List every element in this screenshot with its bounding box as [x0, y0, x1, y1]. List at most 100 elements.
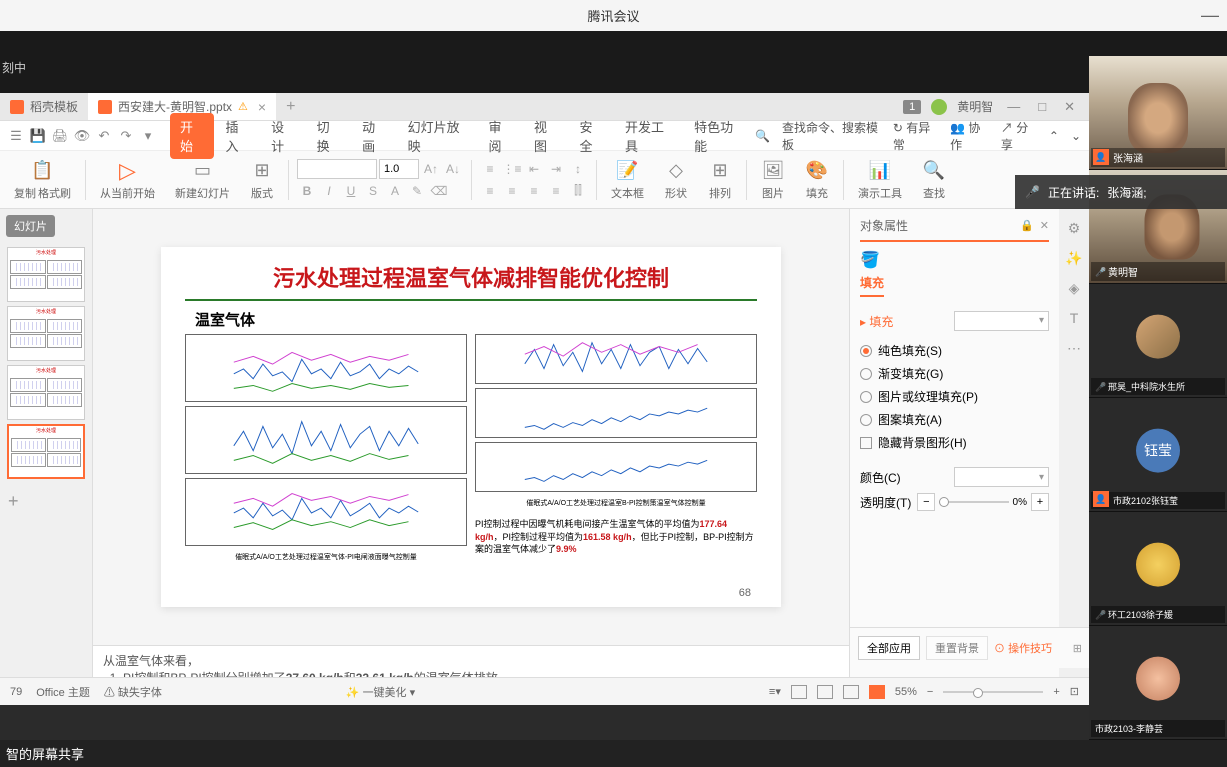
more-icon[interactable]: ⋯ [1065, 339, 1083, 357]
columns[interactable]: ⫿⫿ [569, 182, 587, 200]
preview-icon[interactable]: 👁 [74, 128, 90, 144]
fit-window[interactable]: ⊡ [1070, 685, 1079, 698]
ribbon-tab-animation[interactable]: 动画 [352, 113, 396, 159]
underline-button[interactable]: U [342, 182, 360, 200]
zoom-slider[interactable] [943, 691, 1043, 693]
reset-bg-button[interactable]: 重置背景 [926, 636, 988, 660]
user-avatar[interactable] [931, 99, 947, 115]
slide-canvas[interactable]: 污水处理过程温室气体减排智能优化控制 温室气体 [93, 209, 849, 645]
zoom-in[interactable]: + [1053, 686, 1059, 698]
window-maximize[interactable]: □ [1034, 99, 1050, 114]
dropdown-icon[interactable]: ▾ [140, 128, 156, 144]
fill-section[interactable]: ▸ 填充 [860, 313, 893, 330]
video-tile-3[interactable]: 邢昊_中科院水生所 [1089, 284, 1227, 398]
textbox-button[interactable]: 📝 文本框 [605, 159, 650, 201]
tips-link[interactable]: ⊙ 操作技巧 [994, 640, 1052, 656]
ribbon-tab-review[interactable]: 审阅 [478, 113, 522, 159]
thumbnail-slide[interactable]: 污水处理 [7, 247, 85, 302]
paint-bucket-icon[interactable]: 🪣 [860, 252, 880, 269]
shape-button[interactable]: ◇ 形状 [658, 159, 694, 201]
font-color[interactable]: A [386, 182, 404, 200]
object-icon[interactable]: ◈ [1065, 279, 1083, 297]
notes-icon[interactable]: ≡▾ [769, 685, 781, 698]
bold-button[interactable]: B [298, 182, 316, 200]
strike-button[interactable]: S [364, 182, 382, 200]
pin-icon[interactable]: 🔒 [1020, 219, 1034, 232]
add-slide-button[interactable]: + [0, 483, 92, 520]
window-minimize[interactable]: — [1003, 99, 1024, 114]
thumbnail-panel[interactable]: 幻灯片 污水处理 污水处理 污水处理 污水处理 + [0, 209, 93, 703]
gradient-fill-option[interactable]: 渐变填充(G) [860, 365, 1049, 382]
align-right[interactable]: ≡ [525, 182, 543, 200]
bullets[interactable]: ≡ [481, 160, 499, 178]
exception-link[interactable]: ↻ 有异常 [893, 119, 938, 153]
hide-bg-option[interactable]: 隐藏背景图形(H) [860, 434, 1049, 451]
new-slide-group[interactable]: ▭ 新建幻灯片 [169, 159, 236, 201]
paste-icon[interactable]: 📋 [31, 159, 55, 183]
styles-icon[interactable]: ⚙ [1065, 219, 1083, 237]
fill-button[interactable]: 🎨 填充 [799, 159, 835, 201]
ribbon-tab-design[interactable]: 设计 [261, 113, 305, 159]
layout-icon[interactable]: ⊞ [250, 159, 274, 183]
font-selector[interactable] [297, 159, 377, 179]
fill-dropdown[interactable]: ▾ [954, 311, 1049, 331]
new-slide-icon[interactable]: ▭ [191, 159, 215, 183]
align-justify[interactable]: ≡ [547, 182, 565, 200]
video-tile-5[interactable]: 环工2103徐子媛 [1089, 512, 1227, 626]
missing-font[interactable]: ⚠ 缺失字体 [104, 684, 162, 700]
apply-all-button[interactable]: 全部应用 [858, 636, 920, 660]
italic-button[interactable]: I [320, 182, 338, 200]
transparency-decrease[interactable]: − [917, 493, 935, 511]
ribbon-tab-dev[interactable]: 开发工具 [615, 113, 682, 159]
slideshow-view[interactable] [869, 685, 885, 699]
ribbon-tab-special[interactable]: 特色功能 [684, 113, 751, 159]
presenter-button[interactable]: 📊 演示工具 [852, 159, 908, 201]
zoom-level[interactable]: 55% [895, 686, 917, 698]
arrange-button[interactable]: ⊞ 排列 [702, 159, 738, 201]
ribbon-collapse[interactable]: ⌃ [1049, 129, 1059, 143]
undo-icon[interactable]: ↶ [96, 128, 112, 144]
fill-tab[interactable]: 填充 [860, 270, 884, 297]
redo-icon[interactable]: ↷ [118, 128, 134, 144]
beautify-button[interactable]: ✨ 一键美化 ▾ [346, 684, 415, 700]
pattern-fill-option[interactable]: 图案填充(A) [860, 411, 1049, 428]
video-tile-6[interactable]: 市政2103-李静芸 [1089, 626, 1227, 740]
find-button[interactable]: 🔍 查找 [916, 159, 952, 201]
thumbnail-slide[interactable]: 污水处理 [7, 306, 85, 361]
picture-fill-option[interactable]: 图片或纹理填充(P) [860, 388, 1049, 405]
picture-button[interactable]: 🖼 图片 [755, 159, 791, 201]
search-placeholder[interactable]: 查找命令、搜索模板 [782, 119, 881, 153]
decrease-font[interactable]: A↓ [444, 160, 462, 178]
ribbon-tab-insert[interactable]: 插入 [216, 113, 260, 159]
line-spacing[interactable]: ↕ [569, 160, 587, 178]
normal-view[interactable] [791, 685, 807, 699]
ribbon-tab-security[interactable]: 安全 [570, 113, 614, 159]
ribbon-more[interactable]: ⌄ [1071, 129, 1081, 143]
video-tile-1[interactable]: 👤张海涵 [1089, 56, 1227, 170]
numbering[interactable]: ⋮≡ [503, 160, 521, 178]
color-picker[interactable]: ▾ [954, 467, 1049, 487]
video-tile-4[interactable]: 钰莹 👤市政2102张钰莹 [1089, 398, 1227, 512]
play-icon[interactable]: ▷ [116, 159, 140, 183]
ribbon-tab-transition[interactable]: 切换 [307, 113, 351, 159]
transparency-increase[interactable]: + [1031, 493, 1049, 511]
play-group[interactable]: ▷ 从当前开始 [94, 159, 161, 201]
thumbnail-slide[interactable]: 污水处理 [7, 365, 85, 420]
ribbon-tab-start[interactable]: 开始 [170, 113, 214, 159]
sorter-view[interactable] [817, 685, 833, 699]
save-icon[interactable]: 💾 [30, 128, 46, 144]
font-size[interactable] [379, 159, 419, 179]
layout-group[interactable]: ⊞ 版式 [244, 159, 280, 201]
increase-font[interactable]: A↑ [422, 160, 440, 178]
close-panel-icon[interactable]: ✕ [1040, 219, 1049, 232]
align-left[interactable]: ≡ [481, 182, 499, 200]
reading-view[interactable] [843, 685, 859, 699]
indent-dec[interactable]: ⇤ [525, 160, 543, 178]
grid-icon[interactable]: ⊞ [1073, 642, 1082, 655]
thumbnail-slide-active[interactable]: 污水处理 [7, 424, 85, 479]
clear-format[interactable]: ⌫ [430, 182, 448, 200]
slide[interactable]: 污水处理过程温室气体减排智能优化控制 温室气体 [161, 247, 781, 607]
text-icon[interactable]: T [1065, 309, 1083, 327]
window-close[interactable]: ✕ [1060, 99, 1079, 115]
ribbon-tab-view[interactable]: 视图 [524, 113, 568, 159]
